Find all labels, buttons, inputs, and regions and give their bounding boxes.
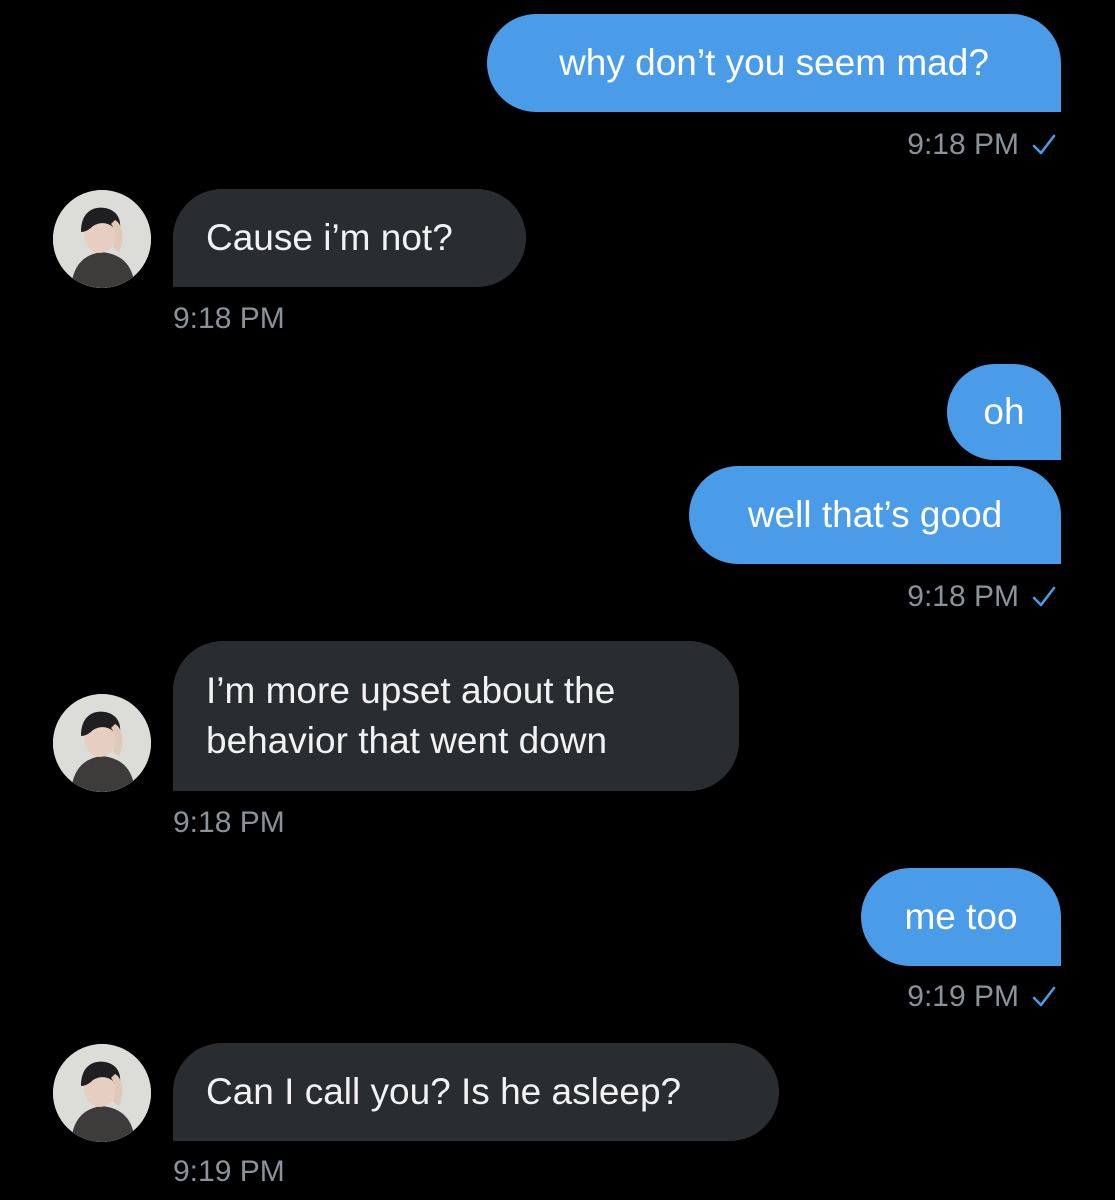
message-text: Cause i’m not? (206, 217, 453, 258)
checkmark-icon (1031, 985, 1057, 1009)
received-message-bubble[interactable]: Cause i’m not? (173, 189, 526, 287)
message-text-line: behavior that went down (206, 720, 608, 761)
received-message-bubble[interactable]: I’m more upset about the behavior that w… (173, 641, 739, 791)
message-text-line: I’m more upset about the (206, 670, 616, 711)
sent-message-bubble[interactable]: well that’s good (689, 466, 1061, 564)
sent-message-bubble[interactable]: me too (861, 868, 1061, 966)
message-text: me too (904, 896, 1018, 937)
checkmark-icon (1031, 585, 1057, 609)
sent-message-bubble[interactable]: why don’t you seem mad? (487, 14, 1061, 112)
message-timestamp: 9:19 PM (907, 980, 1057, 1014)
message-timestamp: 9:18 PM (907, 580, 1057, 614)
message-timestamp: 9:18 PM (173, 302, 285, 335)
message-timestamp: 9:19 PM (173, 1155, 285, 1188)
received-message-bubble[interactable]: Can I call you? Is he asleep? (173, 1043, 779, 1141)
checkmark-icon (1031, 133, 1057, 157)
message-timestamp: 9:18 PM (173, 806, 285, 839)
message-text: Can I call you? Is he asleep? (206, 1071, 682, 1112)
contact-avatar[interactable] (53, 694, 151, 792)
contact-avatar[interactable] (53, 1044, 151, 1142)
contact-avatar[interactable] (53, 190, 151, 288)
message-text: why don’t you seem mad? (559, 42, 989, 83)
message-text: well that’s good (747, 494, 1003, 535)
message-timestamp: 9:18 PM (907, 128, 1057, 162)
message-text: oh (983, 391, 1025, 432)
sent-message-bubble[interactable]: oh (947, 364, 1061, 460)
